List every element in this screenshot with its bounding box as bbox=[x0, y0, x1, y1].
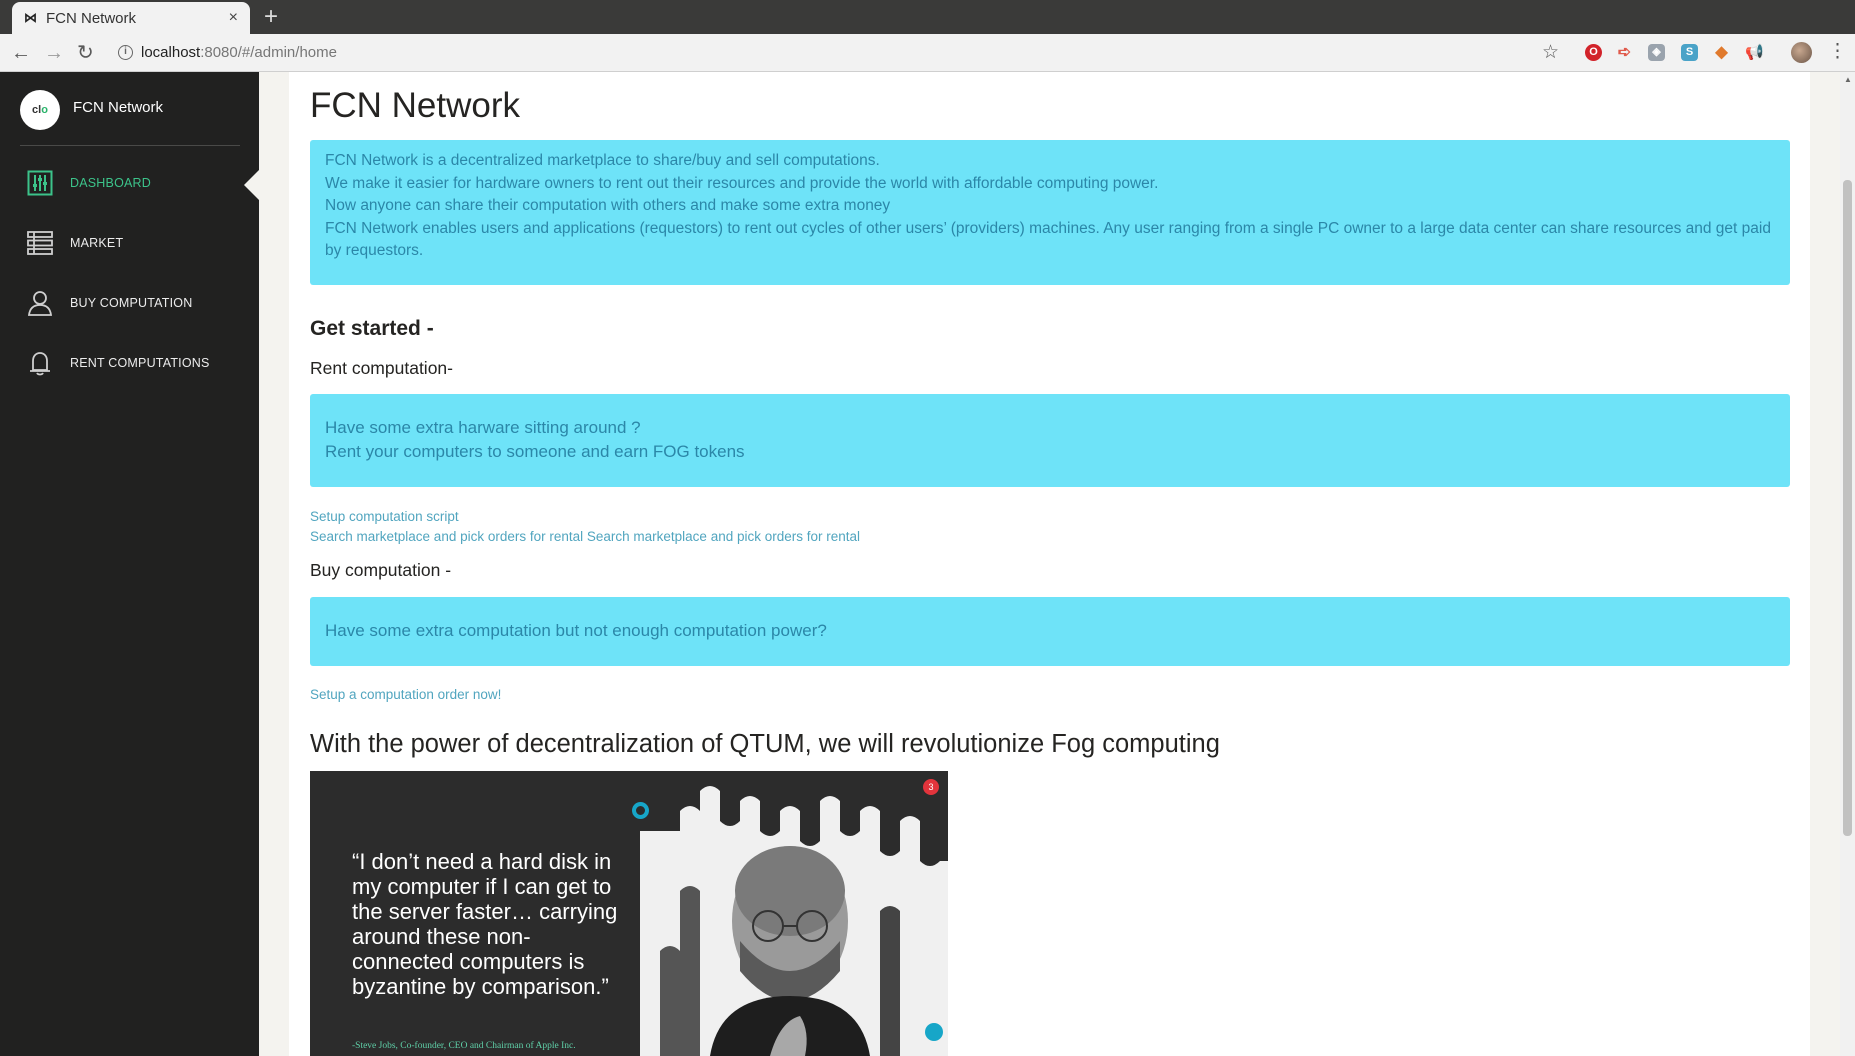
sidebar: clo FCN Network DASHBOARD MARKET BUY COM… bbox=[0, 72, 259, 1056]
arrow-extension-icon[interactable]: ➪ bbox=[1616, 44, 1633, 61]
portrait-illustration bbox=[640, 771, 948, 1056]
sidebar-item-label: BUY COMPUTATION bbox=[70, 296, 193, 310]
bookmark-star-icon[interactable]: ☆ bbox=[1542, 41, 1559, 64]
sidebar-item-dashboard[interactable]: DASHBOARD bbox=[0, 161, 259, 205]
sidebar-item-buy-computation[interactable]: BUY COMPUTATION bbox=[0, 281, 259, 325]
shield-extension-icon[interactable]: ◈ bbox=[1648, 44, 1665, 61]
rent-alert-line: Rent your computers to someone and earn … bbox=[325, 442, 745, 461]
forward-arrow-icon[interactable]: → bbox=[44, 40, 64, 66]
blue-dot-decoration bbox=[925, 1023, 943, 1041]
rent-alert-line: Have some extra harware sitting around ? bbox=[325, 418, 641, 437]
notification-badge: 3 bbox=[923, 779, 939, 795]
browser-tab-bar: ⋈ FCN Network × + bbox=[0, 0, 1855, 34]
qtum-heading: With the power of decentralization of QT… bbox=[310, 730, 1220, 758]
reload-icon[interactable]: ↻ bbox=[77, 40, 94, 66]
scroll-thumb[interactable] bbox=[1843, 180, 1852, 836]
logo[interactable]: clo bbox=[20, 90, 60, 130]
address-bar[interactable]: localhost:8080/#/admin/home bbox=[141, 43, 337, 63]
rent-computation-heading: Rent computation- bbox=[310, 358, 453, 378]
opera-extension-icon[interactable]: O bbox=[1585, 44, 1602, 61]
sidebar-item-market[interactable]: MARKET bbox=[0, 221, 259, 265]
logo-text-accent: o bbox=[41, 104, 48, 116]
url-host: localhost bbox=[141, 44, 201, 61]
browser-menu-icon[interactable]: ⋮ bbox=[1828, 41, 1847, 63]
blue-ring-decoration bbox=[632, 802, 649, 819]
quote-image: “I don’t need a hard disk in my computer… bbox=[310, 771, 948, 1056]
main-content: FCN Network FCN Network is a decentraliz… bbox=[289, 72, 1810, 1056]
bow-tie-icon: ⋈ bbox=[24, 10, 37, 25]
back-arrow-icon[interactable]: ← bbox=[11, 40, 31, 66]
sliders-icon bbox=[27, 170, 53, 196]
tab-title: FCN Network bbox=[46, 9, 137, 27]
setup-computation-script-link[interactable]: Setup computation script bbox=[310, 508, 459, 526]
rent-alert: Have some extra harware sitting around ?… bbox=[310, 394, 1790, 487]
quote-text: “I don’t need a hard disk in my computer… bbox=[352, 849, 618, 999]
scroll-up-arrow-icon[interactable]: ▲ bbox=[1844, 75, 1852, 84]
megaphone-extension-icon[interactable]: 📢 bbox=[1745, 44, 1764, 61]
intro-line: FCN Network enables users and applicatio… bbox=[325, 219, 1771, 260]
tab-close-icon[interactable]: × bbox=[229, 9, 238, 27]
buy-alert: Have some extra computation but not enou… bbox=[310, 597, 1790, 666]
buy-alert-text: Have some extra computation but not enou… bbox=[325, 621, 827, 640]
sidebar-item-label: DASHBOARD bbox=[70, 176, 151, 190]
buy-computation-heading: Buy computation - bbox=[310, 560, 452, 580]
s-extension-icon[interactable]: S bbox=[1681, 44, 1698, 61]
browser-toolbar: ← → ↻ i localhost:8080/#/admin/home ☆ O … bbox=[0, 34, 1855, 72]
search-marketplace-link[interactable]: Search marketplace and pick orders for r… bbox=[310, 528, 860, 546]
new-tab-button[interactable]: + bbox=[264, 3, 278, 31]
list-icon bbox=[27, 231, 53, 255]
bell-icon bbox=[30, 352, 50, 376]
setup-order-link[interactable]: Setup a computation order now! bbox=[310, 686, 501, 704]
get-started-heading: Get started - bbox=[310, 317, 434, 340]
sidebar-item-rent-computations[interactable]: RENT COMPUTATIONS bbox=[0, 341, 259, 385]
browser-tab[interactable]: ⋈ FCN Network × bbox=[12, 2, 250, 34]
brand-name[interactable]: FCN Network bbox=[73, 98, 163, 118]
intro-alert: FCN Network is a decentralized marketpla… bbox=[310, 140, 1790, 285]
quote-attribution: -Steve Jobs, Co-founder, CEO and Chairma… bbox=[352, 1041, 576, 1051]
intro-line: FCN Network is a decentralized marketpla… bbox=[325, 152, 880, 169]
logo-text: cl bbox=[32, 104, 42, 116]
sidebar-item-label: MARKET bbox=[70, 236, 124, 250]
intro-line: We make it easier for hardware owners to… bbox=[325, 174, 1159, 192]
page-scrollbar[interactable]: ▲ bbox=[1840, 72, 1855, 1056]
sidebar-item-label: RENT COMPUTATIONS bbox=[70, 356, 210, 370]
site-info-icon[interactable]: i bbox=[118, 45, 133, 60]
active-indicator-arrow bbox=[244, 170, 259, 200]
sidebar-divider bbox=[20, 145, 240, 146]
profile-avatar[interactable] bbox=[1791, 42, 1812, 63]
metamask-fox-icon[interactable]: ◆ bbox=[1713, 44, 1730, 61]
page-title: FCN Network bbox=[310, 86, 521, 125]
intro-line: Now anyone can share their computation w… bbox=[325, 197, 891, 214]
user-icon bbox=[27, 291, 53, 316]
url-path: :8080/#/admin/home bbox=[200, 44, 337, 61]
